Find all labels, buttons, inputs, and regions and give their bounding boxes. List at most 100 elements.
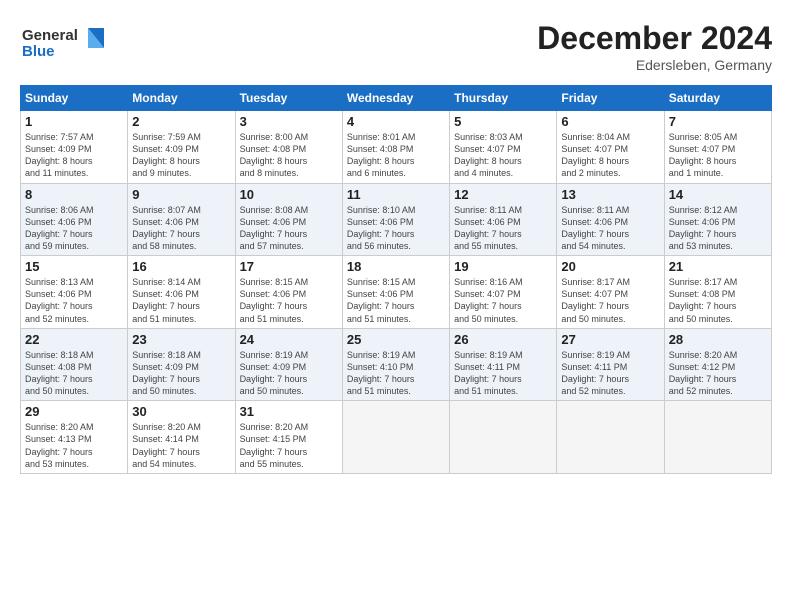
day-info: Sunrise: 8:20 AMSunset: 4:13 PMDaylight:… [25,421,123,470]
cell-5-3: 31 Sunrise: 8:20 AMSunset: 4:15 PMDayligh… [235,401,342,474]
day-info: Sunrise: 8:15 AMSunset: 4:06 PMDaylight:… [240,276,338,325]
day-number: 9 [132,187,230,202]
cell-2-1: 8 Sunrise: 8:06 AMSunset: 4:06 PMDaylight… [21,183,128,256]
cell-5-6 [557,401,664,474]
cell-3-5: 19 Sunrise: 8:16 AMSunset: 4:07 PMDayligh… [450,256,557,329]
day-number: 21 [669,259,767,274]
day-info: Sunrise: 8:19 AMSunset: 4:10 PMDaylight:… [347,349,445,398]
cell-3-6: 20Sunrise: 8:17 AMSunset: 4:07 PMDayligh… [557,256,664,329]
header-row: Sunday Monday Tuesday Wednesday Thursday… [21,86,772,111]
cell-2-7: 14 Sunrise: 8:12 AMSunset: 4:06 PMDayligh… [664,183,771,256]
month-title: December 2024 [537,20,772,57]
day-info: Sunrise: 8:17 AMSunset: 4:08 PMDaylight:… [669,276,767,325]
week-row-3: 15 Sunrise: 8:13 AMSunset: 4:06 PMDayligh… [21,256,772,329]
col-sunday: Sunday [21,86,128,111]
day-number: 17 [240,259,338,274]
cell-4-6: 27 Sunrise: 8:19 AMSunset: 4:11 PMDayligh… [557,328,664,401]
cell-3-1: 15 Sunrise: 8:13 AMSunset: 4:06 PMDayligh… [21,256,128,329]
cell-1-4: 4 Sunrise: 8:01 AMSunset: 4:08 PMDaylight… [342,111,449,184]
day-number: 16 [132,259,230,274]
day-info: Sunrise: 8:19 AMSunset: 4:11 PMDaylight:… [454,349,552,398]
day-number: 2 [132,114,230,129]
day-number: 3 [240,114,338,129]
day-number: 8 [25,187,123,202]
cell-1-3: 3Sunrise: 8:00 AMSunset: 4:08 PMDaylight… [235,111,342,184]
cell-5-5 [450,401,557,474]
cell-5-1: 29Sunrise: 8:20 AMSunset: 4:13 PMDayligh… [21,401,128,474]
cell-4-2: 23Sunrise: 8:18 AMSunset: 4:09 PMDayligh… [128,328,235,401]
logo-text: General Blue [20,20,110,69]
logo: General Blue [20,20,110,69]
calendar-table: Sunday Monday Tuesday Wednesday Thursday… [20,85,772,474]
col-thursday: Thursday [450,86,557,111]
svg-text:General: General [22,27,78,44]
cell-4-4: 25 Sunrise: 8:19 AMSunset: 4:10 PMDayligh… [342,328,449,401]
day-info: Sunrise: 8:20 AMSunset: 4:12 PMDaylight:… [669,349,767,398]
day-number: 6 [561,114,659,129]
day-info: Sunrise: 8:15 AMSunset: 4:06 PMDaylight:… [347,276,445,325]
cell-2-4: 11 Sunrise: 8:10 AMSunset: 4:06 PMDayligh… [342,183,449,256]
day-info: Sunrise: 8:03 AMSunset: 4:07 PMDaylight:… [454,131,552,180]
cell-4-7: 28 Sunrise: 8:20 AMSunset: 4:12 PMDayligh… [664,328,771,401]
day-number: 14 [669,187,767,202]
cell-5-7 [664,401,771,474]
day-number: 28 [669,332,767,347]
day-info: Sunrise: 8:14 AMSunset: 4:06 PMDaylight:… [132,276,230,325]
cell-3-3: 17 Sunrise: 8:15 AMSunset: 4:06 PMDayligh… [235,256,342,329]
day-info: Sunrise: 8:13 AMSunset: 4:06 PMDaylight:… [25,276,123,325]
day-number: 11 [347,187,445,202]
cell-5-2: 30 Sunrise: 8:20 AMSunset: 4:14 PMDayligh… [128,401,235,474]
day-number: 30 [132,404,230,419]
logo-svg: General Blue [20,20,110,64]
day-number: 22 [25,332,123,347]
day-number: 12 [454,187,552,202]
week-row-2: 8 Sunrise: 8:06 AMSunset: 4:06 PMDaylight… [21,183,772,256]
day-number: 15 [25,259,123,274]
day-number: 18 [347,259,445,274]
day-number: 7 [669,114,767,129]
day-info: Sunrise: 8:18 AMSunset: 4:08 PMDaylight:… [25,349,123,398]
day-number: 4 [347,114,445,129]
day-info: Sunrise: 8:06 AMSunset: 4:06 PMDaylight:… [25,204,123,253]
day-info: Sunrise: 8:20 AMSunset: 4:15 PMDaylight:… [240,421,338,470]
day-info: Sunrise: 8:12 AMSunset: 4:06 PMDaylight:… [669,204,767,253]
cell-2-5: 12 Sunrise: 8:11 AMSunset: 4:06 PMDayligh… [450,183,557,256]
cell-1-2: 2 Sunrise: 7:59 AMSunset: 4:09 PMDaylight… [128,111,235,184]
day-info: Sunrise: 8:11 AMSunset: 4:06 PMDaylight:… [454,204,552,253]
day-info: Sunrise: 8:07 AMSunset: 4:06 PMDaylight:… [132,204,230,253]
day-info: Sunrise: 8:16 AMSunset: 4:07 PMDaylight:… [454,276,552,325]
day-info: Sunrise: 8:05 AMSunset: 4:07 PMDaylight:… [669,131,767,180]
header: General Blue December 2024 Edersleben, G… [20,20,772,73]
location: Edersleben, Germany [537,57,772,73]
week-row-4: 22 Sunrise: 8:18 AMSunset: 4:08 PMDayligh… [21,328,772,401]
day-number: 1 [25,114,123,129]
day-info: Sunrise: 8:18 AMSunset: 4:09 PMDaylight:… [132,349,230,398]
cell-3-4: 18 Sunrise: 8:15 AMSunset: 4:06 PMDayligh… [342,256,449,329]
cell-2-6: 13Sunrise: 8:11 AMSunset: 4:06 PMDayligh… [557,183,664,256]
day-info: Sunrise: 8:10 AMSunset: 4:06 PMDaylight:… [347,204,445,253]
col-friday: Friday [557,86,664,111]
day-number: 20 [561,259,659,274]
svg-text:Blue: Blue [22,43,55,60]
col-monday: Monday [128,86,235,111]
cell-4-1: 22 Sunrise: 8:18 AMSunset: 4:08 PMDayligh… [21,328,128,401]
day-number: 31 [240,404,338,419]
day-info: Sunrise: 8:19 AMSunset: 4:11 PMDaylight:… [561,349,659,398]
cell-1-1: 1Sunrise: 7:57 AMSunset: 4:09 PMDaylight… [21,111,128,184]
day-info: Sunrise: 7:59 AMSunset: 4:09 PMDaylight:… [132,131,230,180]
col-wednesday: Wednesday [342,86,449,111]
day-number: 19 [454,259,552,274]
cell-1-6: 6 Sunrise: 8:04 AMSunset: 4:07 PMDaylight… [557,111,664,184]
cell-1-5: 5Sunrise: 8:03 AMSunset: 4:07 PMDaylight… [450,111,557,184]
cell-3-2: 16 Sunrise: 8:14 AMSunset: 4:06 PMDayligh… [128,256,235,329]
day-number: 25 [347,332,445,347]
cell-4-3: 24Sunrise: 8:19 AMSunset: 4:09 PMDayligh… [235,328,342,401]
title-block: December 2024 Edersleben, Germany [537,20,772,73]
day-info: Sunrise: 8:08 AMSunset: 4:06 PMDaylight:… [240,204,338,253]
day-info: Sunrise: 8:04 AMSunset: 4:07 PMDaylight:… [561,131,659,180]
day-info: Sunrise: 8:20 AMSunset: 4:14 PMDaylight:… [132,421,230,470]
day-info: Sunrise: 8:01 AMSunset: 4:08 PMDaylight:… [347,131,445,180]
day-number: 24 [240,332,338,347]
day-number: 27 [561,332,659,347]
week-row-1: 1Sunrise: 7:57 AMSunset: 4:09 PMDaylight… [21,111,772,184]
